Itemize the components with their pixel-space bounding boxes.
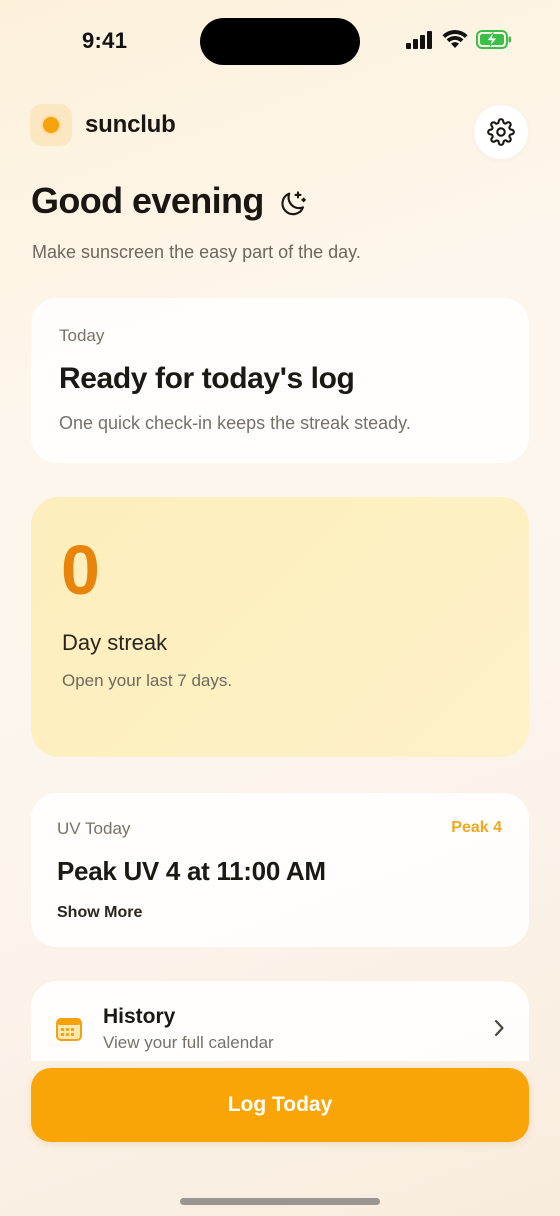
cellular-signal-icon: [406, 30, 432, 49]
log-today-label: Log Today: [227, 1093, 333, 1116]
sun-logo-icon: [30, 104, 72, 146]
brand-name: sunclub: [85, 111, 176, 138]
uv-card[interactable]: UV Today Peak 4 Peak UV 4 at 11:00 AM Sh…: [31, 793, 529, 947]
dynamic-island: [200, 18, 360, 65]
log-today-button[interactable]: Log Today: [31, 1068, 529, 1142]
moon-stars-icon: [281, 191, 306, 216]
settings-button[interactable]: [474, 105, 528, 159]
history-title: History: [103, 1005, 176, 1028]
sun-dot: [43, 117, 59, 133]
history-card[interactable]: History View your full calendar: [31, 981, 529, 1061]
today-label: Today: [59, 326, 105, 345]
uv-peak-badge: Peak 4: [451, 819, 502, 836]
today-subtitle: One quick check-in keeps the streak stea…: [59, 413, 411, 433]
status-icons: [406, 30, 512, 49]
streak-count: 0: [61, 531, 100, 609]
streak-subtitle: Open your last 7 days.: [62, 671, 233, 690]
today-card[interactable]: Today Ready for today's log One quick ch…: [31, 298, 529, 463]
home-indicator[interactable]: [180, 1198, 380, 1205]
streak-card[interactable]: 0 Day streak Open your last 7 days.: [31, 497, 529, 757]
uv-title: Peak UV 4 at 11:00 AM: [57, 856, 326, 886]
greeting: Good evening: [31, 180, 308, 222]
gear-icon: [487, 118, 515, 146]
status-bar: 9:41: [0, 0, 560, 86]
greeting-subtitle: Make sunscreen the easy part of the day.: [32, 242, 361, 262]
streak-label: Day streak: [62, 630, 168, 655]
brand-header: sunclub: [30, 104, 176, 146]
wifi-icon: [442, 30, 468, 48]
show-more-button[interactable]: Show More: [57, 904, 142, 922]
history-subtitle: View your full calendar: [103, 1033, 274, 1052]
status-time: 9:41: [82, 28, 128, 53]
calendar-icon: [56, 1018, 82, 1041]
greeting-title: Good evening: [31, 180, 264, 221]
battery-charging-icon: [476, 30, 511, 49]
chevron-right-icon: [494, 1019, 504, 1037]
uv-label: UV Today: [57, 819, 131, 838]
today-title: Ready for today's log: [59, 362, 355, 395]
